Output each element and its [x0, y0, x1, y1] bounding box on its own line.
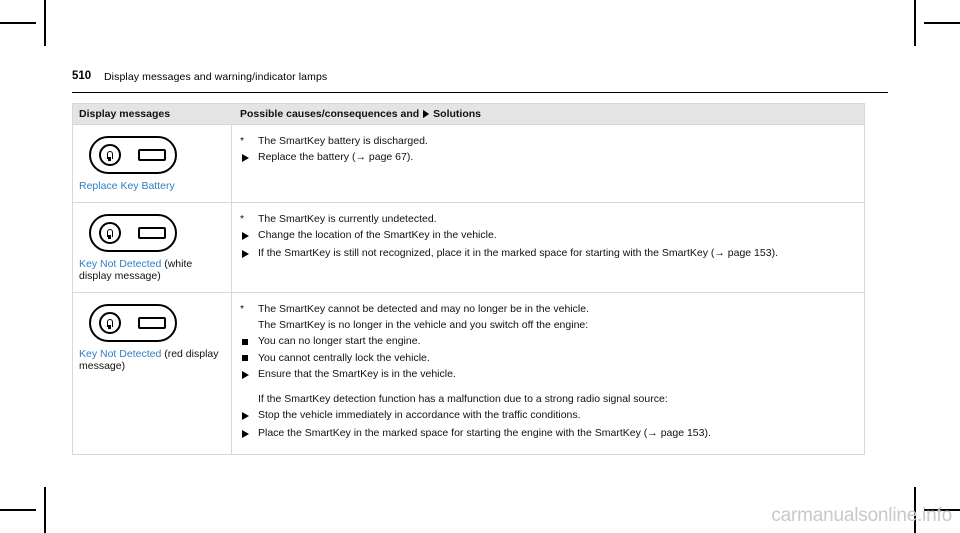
- arrow-marker-wrap: [240, 426, 258, 443]
- arrow-marker-wrap: [240, 150, 258, 167]
- table-cell-causes: * The SmartKey cannot be detected and ma…: [232, 293, 864, 454]
- key-symbol-icon: [99, 222, 121, 244]
- arrow-marker-wrap: [240, 367, 258, 384]
- table-row: Replace Key Battery * The SmartKey batte…: [73, 125, 864, 203]
- column-header-solutions-text: Solutions: [433, 108, 482, 120]
- solution-text: If the SmartKey is still not recognized,…: [258, 247, 778, 259]
- column-header-causes-solutions: Possible causes/consequences and Solutio…: [232, 108, 864, 120]
- table-cell-causes: * The SmartKey battery is discharged. Re…: [232, 125, 864, 202]
- cause-text: The SmartKey is currently undetected.: [258, 213, 437, 225]
- solution-arrow-icon: [242, 250, 249, 258]
- solution-text: Stop the vehicle immediately in accordan…: [258, 409, 581, 421]
- bullet-marker-wrap: [240, 351, 258, 367]
- display-messages-table: Display messages Possible causes/consequ…: [72, 103, 865, 455]
- table-header-row: Display messages Possible causes/consequ…: [73, 104, 864, 125]
- crop-mark-bottom-left-v: [44, 487, 46, 533]
- solution-line: Replace the battery (→ page 67).: [240, 150, 856, 167]
- bullet-marker-wrap: [240, 334, 258, 350]
- crop-mark-top-right-h: [924, 22, 960, 24]
- message-name: Key Not Detected: [79, 258, 162, 270]
- arrow-marker-wrap: [240, 228, 258, 245]
- solution-arrow-icon: [242, 154, 249, 162]
- smartkey-fob-icon: [89, 214, 177, 252]
- table-row: Key Not Detected (white display message)…: [73, 203, 864, 293]
- key-symbol-icon: [99, 312, 121, 334]
- smartkey-fob-icon: [89, 136, 177, 174]
- page-title: Display messages and warning/indicator l…: [104, 71, 328, 83]
- asterisk-marker: *: [240, 135, 245, 147]
- page-number: 510: [72, 70, 92, 82]
- solution-line: Place the SmartKey in the marked space f…: [240, 426, 856, 443]
- site-watermark: carmanualsonline.info: [771, 505, 952, 526]
- solution-line: Change the location of the SmartKey in t…: [240, 228, 856, 245]
- table-row: Key Not Detected (red display message) *…: [73, 293, 864, 454]
- double-arrow-icon: [423, 110, 430, 118]
- square-bullet-icon: [242, 338, 248, 345]
- solution-arrow-icon: [242, 430, 249, 438]
- key-symbol-icon: [99, 144, 121, 166]
- arrow-marker-wrap: [240, 408, 258, 425]
- solution-arrow-icon: [242, 232, 249, 240]
- message-name: Replace Key Battery: [79, 180, 175, 192]
- solution-text: Ensure that the SmartKey is in the vehic…: [258, 368, 456, 380]
- square-bullet-icon: [242, 355, 248, 361]
- fob-body-icon: [138, 227, 166, 239]
- crop-mark-bottom-left-h: [0, 509, 36, 511]
- asterisk-marker: *: [240, 303, 245, 315]
- smartkey-fob-icon: [89, 304, 177, 342]
- solution-text: Place the SmartKey in the marked space f…: [258, 427, 711, 439]
- fob-body-icon: [138, 149, 166, 161]
- cause-text: The SmartKey battery is discharged.: [258, 135, 428, 147]
- consequence-text: You can no longer start the engine.: [258, 335, 421, 347]
- crop-mark-top-left-h: [0, 22, 36, 24]
- header-divider: [72, 92, 888, 93]
- solution-text: Replace the battery (→ page 67).: [258, 151, 414, 163]
- consequence-line: You cannot centrally lock the vehicle.: [240, 351, 856, 367]
- table-cell-causes: * The SmartKey is currently undetected. …: [232, 203, 864, 292]
- crop-mark-top-right-v: [914, 0, 916, 46]
- solution-arrow-icon: [242, 371, 249, 379]
- solution-line: Stop the vehicle immediately in accordan…: [240, 408, 856, 425]
- table-cell-message: Key Not Detected (red display message): [73, 293, 232, 454]
- column-header-display-messages: Display messages: [79, 108, 171, 120]
- column-header-causes-text: Possible causes/consequences and: [240, 108, 420, 120]
- consequence-text: You cannot centrally lock the vehicle.: [258, 351, 430, 364]
- solution-arrow-icon: [242, 412, 249, 420]
- solution-line: If the SmartKey is still not recognized,…: [240, 246, 856, 263]
- cause-detail-text: If the SmartKey detection function has a…: [258, 393, 668, 405]
- message-name: Key Not Detected: [79, 348, 162, 360]
- arrow-marker-wrap: [240, 246, 258, 263]
- consequence-line: You can no longer start the engine.: [240, 334, 856, 350]
- cause-detail-text: The SmartKey is no longer in the vehicle…: [258, 319, 589, 331]
- solution-line: Ensure that the SmartKey is in the vehic…: [240, 367, 856, 384]
- cause-line: * The SmartKey is currently undetected.: [240, 212, 856, 227]
- cause-text: The SmartKey cannot be detected and may …: [258, 303, 589, 315]
- cause-line: * The SmartKey battery is discharged.: [240, 134, 856, 149]
- fob-body-icon: [138, 317, 166, 329]
- page-header: 510 Display messages and warning/indicat…: [72, 70, 888, 92]
- solution-text: Change the location of the SmartKey in t…: [258, 229, 497, 241]
- crop-mark-top-left-v: [44, 0, 46, 46]
- table-cell-message: Replace Key Battery: [73, 125, 232, 202]
- table-cell-message: Key Not Detected (white display message): [73, 203, 232, 292]
- asterisk-marker: *: [240, 213, 245, 225]
- cause-line: * The SmartKey cannot be detected and ma…: [240, 302, 856, 317]
